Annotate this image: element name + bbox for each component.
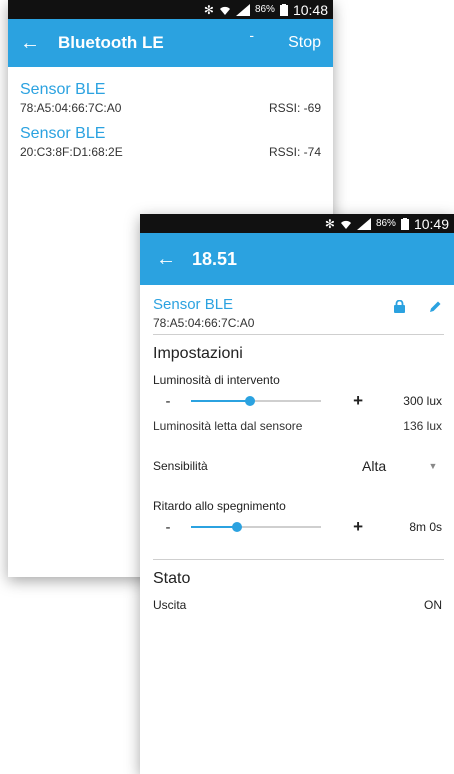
slider-thumb[interactable] <box>244 396 255 406</box>
page-title: Bluetooth LE <box>58 33 164 52</box>
device-mac: 20:C3:8F:D1:68:2E <box>20 145 123 159</box>
status-bar: ✻ 86% 10:49 <box>140 214 454 233</box>
list-item[interactable]: Sensor BLE 78:A5:04:66:7C:A0 RSSI: -69 <box>8 81 333 115</box>
luminosity-slider[interactable] <box>191 396 321 406</box>
slider-thumb[interactable] <box>231 522 242 532</box>
bluetooth-icon: ✻ <box>324 216 335 231</box>
page-title: 18.51 <box>192 248 238 269</box>
battery-percent: 86% <box>375 218 396 229</box>
sensitivity-label: Sensibilità <box>153 459 208 473</box>
luminosity-plus-button[interactable]: + <box>327 391 363 411</box>
list-item[interactable]: Sensor BLE 20:C3:8F:D1:68:2E RSSI: -74 <box>8 125 333 159</box>
sensitivity-select[interactable]: Alta <box>362 458 422 474</box>
delay-slider-row: - + 8m 0s <box>153 513 444 541</box>
pencil-icon[interactable] <box>429 300 442 318</box>
device-detail-screen: ✻ 86% 10:49 ← 18.51 Sensor BLE 78:A5:04:… <box>140 214 454 774</box>
luminosity-label: Luminosità di intervento <box>153 373 280 387</box>
divider <box>153 559 444 560</box>
signal-icon <box>235 3 250 16</box>
battery-icon <box>400 217 409 230</box>
lock-icon[interactable] <box>394 299 405 318</box>
delay-label: Ritardo allo spegnimento <box>153 499 286 513</box>
device-rssi: RSSI: -74 <box>268 145 321 159</box>
progress-indicator: - <box>249 27 255 43</box>
luminosity-value: 300 lux <box>403 394 442 408</box>
signal-icon <box>356 217 371 230</box>
state-heading: Stato <box>153 570 191 587</box>
device-mac: 78:A5:04:66:7C:A0 <box>20 101 122 115</box>
delay-plus-button[interactable]: + <box>327 517 363 537</box>
delay-minus-button[interactable]: - <box>153 519 183 536</box>
divider <box>153 334 444 335</box>
app-bar: ← Bluetooth LE - Stop <box>8 19 333 67</box>
sensor-reading-label: Luminosità letta dal sensore <box>153 419 303 433</box>
sensor-reading-row: Luminosità letta dal sensore 136 lux <box>153 419 444 433</box>
output-label: Uscita <box>153 598 187 612</box>
slider-fill <box>191 526 237 528</box>
battery-icon <box>279 3 288 16</box>
sensor-reading-value: 136 lux <box>403 419 442 433</box>
device-name: Sensor BLE <box>153 296 234 313</box>
bluetooth-icon: ✻ <box>203 2 214 17</box>
device-header: Sensor BLE 78:A5:04:66:7C:A0 <box>153 296 444 330</box>
sensitivity-row: Sensibilità Alta ▼ <box>153 458 444 474</box>
device-mac: 78:A5:04:66:7C:A0 <box>153 316 255 330</box>
stop-button[interactable]: Stop <box>288 34 321 52</box>
luminosity-minus-button[interactable]: - <box>153 393 183 410</box>
output-value: ON <box>424 598 442 612</box>
wifi-icon <box>340 218 352 230</box>
back-arrow-icon[interactable]: ← <box>20 32 44 55</box>
device-name: Sensor BLE <box>20 125 106 142</box>
delay-slider[interactable] <box>191 522 321 532</box>
chevron-down-icon[interactable]: ▼ <box>422 461 444 471</box>
device-rssi: RSSI: -69 <box>268 101 321 115</box>
app-bar: ← 18.51 <box>140 233 454 285</box>
back-arrow-icon[interactable]: ← <box>156 248 180 271</box>
delay-value: 8m 0s <box>409 520 442 534</box>
wifi-icon <box>219 4 231 16</box>
status-bar: ✻ 86% 10:48 <box>8 0 333 19</box>
output-row: Uscita ON <box>153 598 444 612</box>
settings-heading: Impostazioni <box>153 345 243 362</box>
clock: 10:48 <box>292 1 328 18</box>
slider-fill <box>191 400 250 402</box>
luminosity-slider-row: - + 300 lux <box>153 387 444 415</box>
clock: 10:49 <box>413 215 449 232</box>
battery-percent: 86% <box>254 4 275 15</box>
device-name: Sensor BLE <box>20 81 106 98</box>
